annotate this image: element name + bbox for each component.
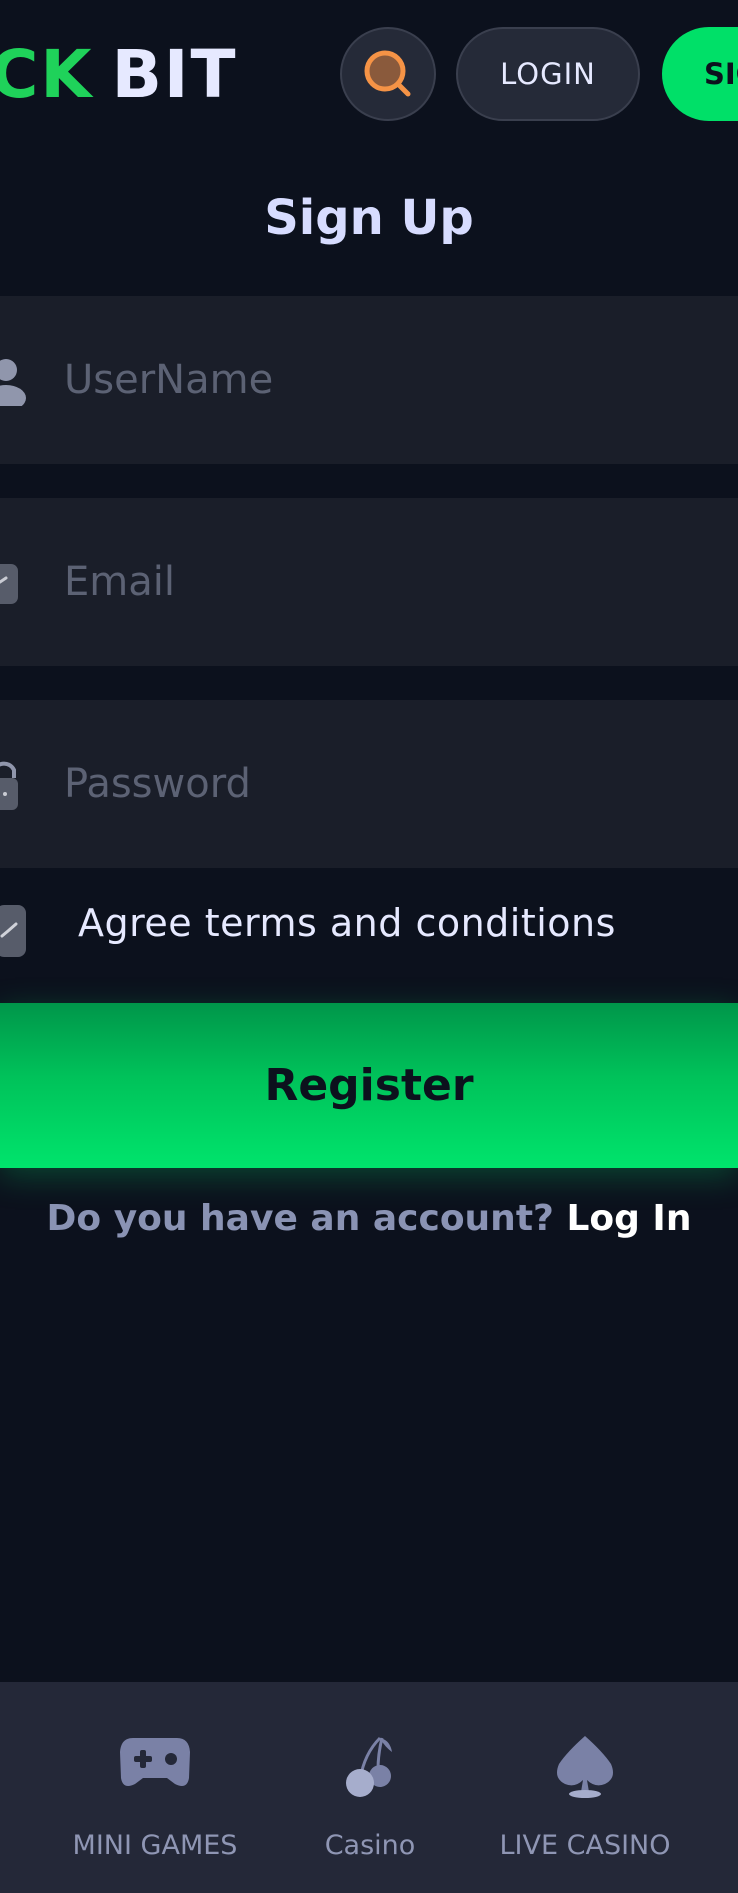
search-button[interactable] — [340, 27, 436, 121]
nav-item-mini-games[interactable]: MINI GAMES — [60, 1682, 250, 1893]
user-icon — [0, 359, 26, 406]
page-title: Sign Up — [264, 190, 474, 246]
email-field-container — [0, 498, 738, 666]
spade-icon — [557, 1736, 613, 1798]
login-link[interactable]: Log In — [566, 1198, 691, 1239]
email-icon — [0, 564, 18, 604]
agree-label: Agree terms and conditions — [78, 901, 616, 945]
register-button[interactable]: Register — [0, 1003, 738, 1168]
signup-page: CK BIT LOGIN SIGN UP Sign Up — [0, 0, 738, 1893]
password-field[interactable] — [64, 700, 724, 868]
agree-row: Agree terms and conditions — [0, 895, 738, 975]
account-question: Do you have an account? — [46, 1198, 554, 1239]
username-field-container — [0, 296, 738, 464]
nav-item-casino[interactable]: Casino — [290, 1682, 450, 1893]
email-field[interactable] — [64, 498, 724, 666]
nav-label-live-casino: LIVE CASINO — [499, 1830, 671, 1861]
signup-button[interactable]: SIGN UP — [662, 27, 738, 121]
lock-icon — [0, 761, 18, 810]
checkmark-icon — [0, 922, 18, 938]
header: CK BIT LOGIN SIGN UP — [0, 0, 738, 145]
username-field[interactable] — [64, 296, 724, 464]
account-prompt: Do you have an account? Log In — [0, 1198, 738, 1239]
nav-label-casino: Casino — [324, 1830, 416, 1861]
nav-item-live-casino[interactable]: LIVE CASINO — [490, 1682, 680, 1893]
gamepad-icon — [120, 1738, 190, 1786]
agree-checkbox[interactable] — [0, 905, 26, 957]
password-field-container — [0, 700, 738, 868]
login-button[interactable]: LOGIN — [456, 27, 640, 121]
logo[interactable]: CK BIT — [0, 40, 237, 110]
cherry-icon — [346, 1736, 392, 1797]
bottom-nav: MINI GAMES Casino LIVE CASINO — [0, 1682, 738, 1893]
search-icon — [364, 50, 411, 97]
logo-text-white: BIT — [111, 36, 238, 113]
logo-text-green: CK — [0, 36, 94, 113]
nav-label-mini-games: MINI GAMES — [72, 1830, 238, 1861]
